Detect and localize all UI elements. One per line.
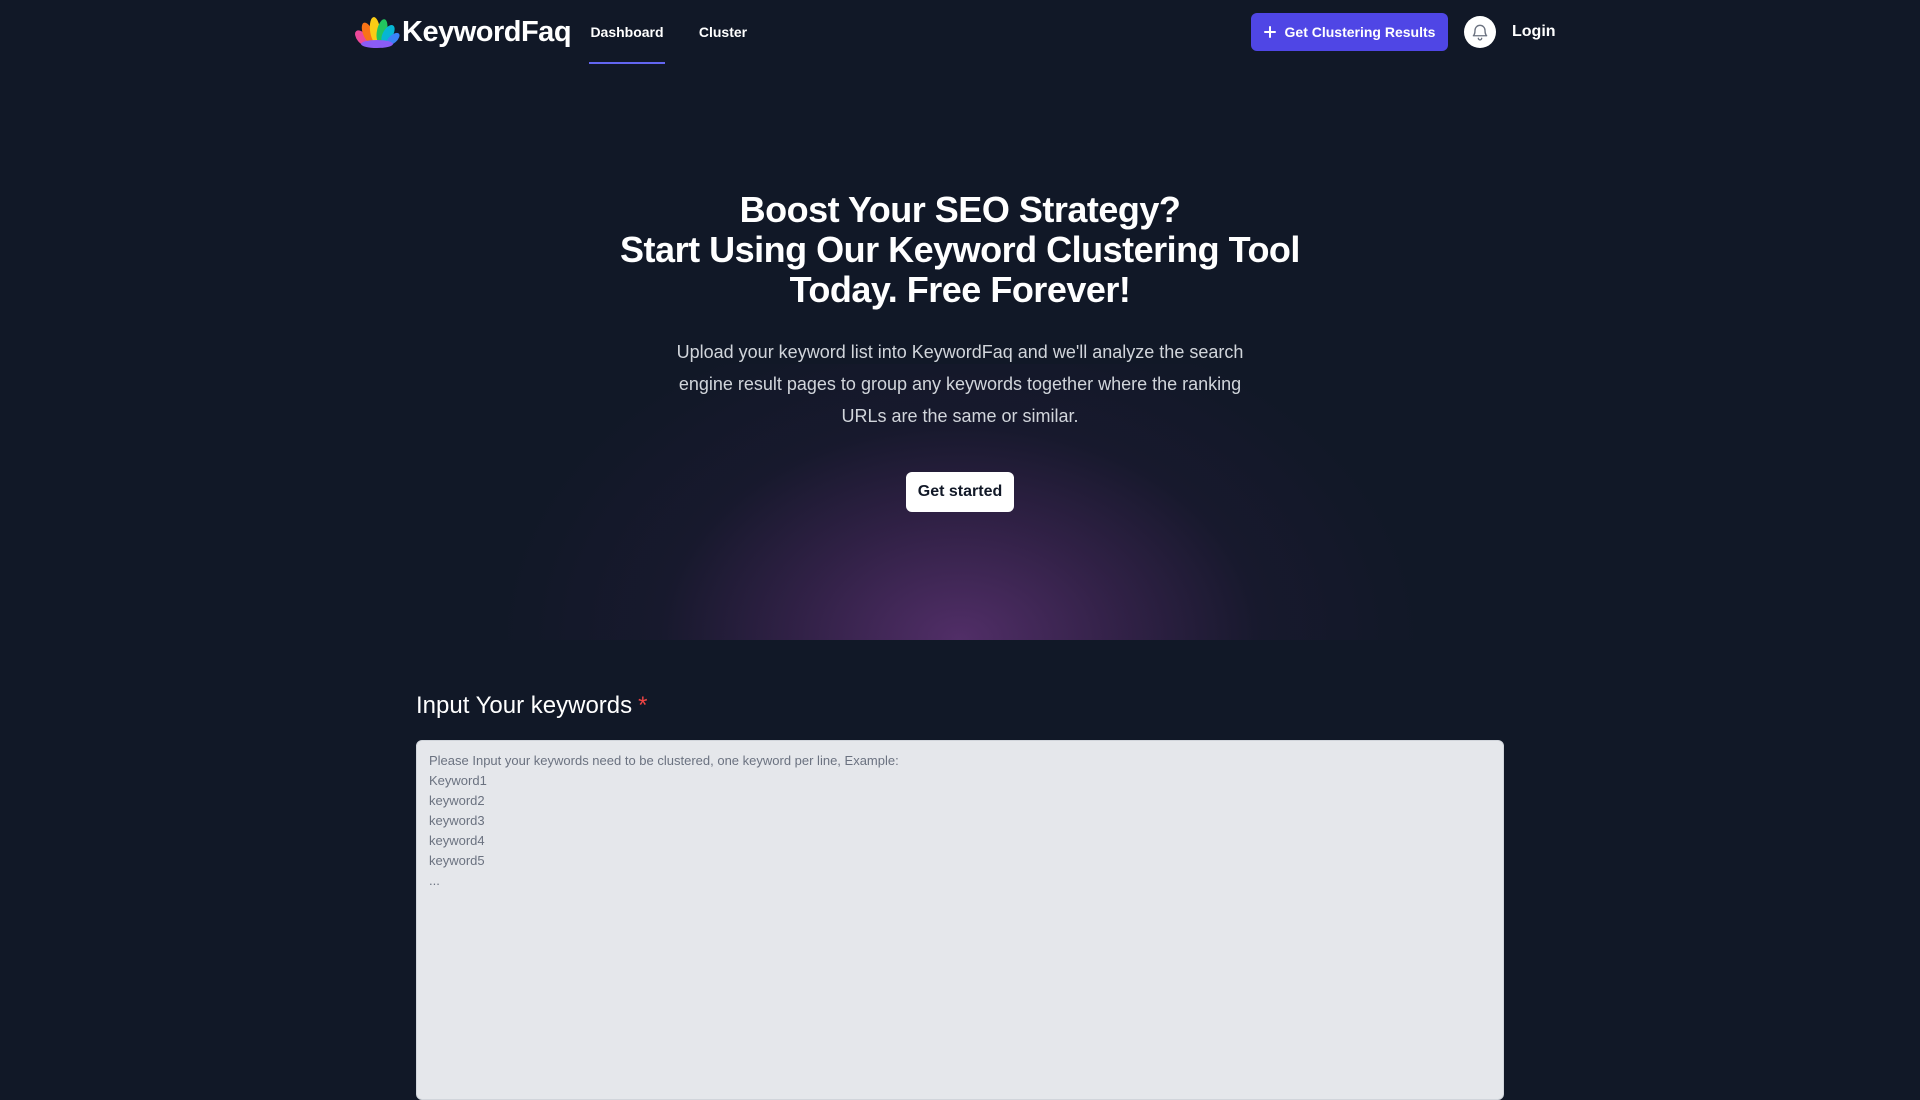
get-started-button[interactable]: Get started	[906, 472, 1014, 512]
required-star: *	[638, 692, 648, 719]
plus-icon	[1263, 26, 1276, 38]
login-link[interactable]: Login	[1512, 20, 1556, 44]
get-clustering-results-button[interactable]: Get Clustering Results	[1251, 13, 1448, 51]
top-nav: KeywordFaq Dashboard Cluster Get Cluster…	[0, 0, 1920, 64]
logo-text: KeywordFaq	[402, 15, 572, 48]
keywords-label: Input Your keywords *	[416, 692, 647, 720]
hero-title-line: Today. Free Forever!	[789, 269, 1131, 310]
hero-title-line: Boost Your SEO Strategy?	[739, 189, 1181, 230]
keywords-input[interactable]	[416, 740, 1504, 1100]
hero-subtitle: Upload your keyword list into KeywordFaq…	[676, 342, 1244, 426]
keywords-label-text: Input Your keywords	[416, 692, 633, 719]
logo-flower-icon	[355, 17, 400, 48]
notifications-button[interactable]	[1464, 16, 1496, 48]
hero-section: Boost Your SEO Strategy? Start Using Our…	[0, 64, 1920, 640]
hero-title-line: Start Using Our Keyword Clustering Tool	[620, 229, 1300, 270]
tab-dashboard[interactable]: Dashboard	[589, 0, 665, 64]
tab-cluster[interactable]: Cluster	[697, 0, 749, 64]
logo[interactable]: KeywordFaq	[354, 14, 572, 50]
bell-icon	[1472, 24, 1488, 41]
hero-title: Boost Your SEO Strategy? Start Using Our…	[560, 190, 1360, 310]
get-clustering-results-label: Get Clustering Results	[1284, 24, 1436, 40]
